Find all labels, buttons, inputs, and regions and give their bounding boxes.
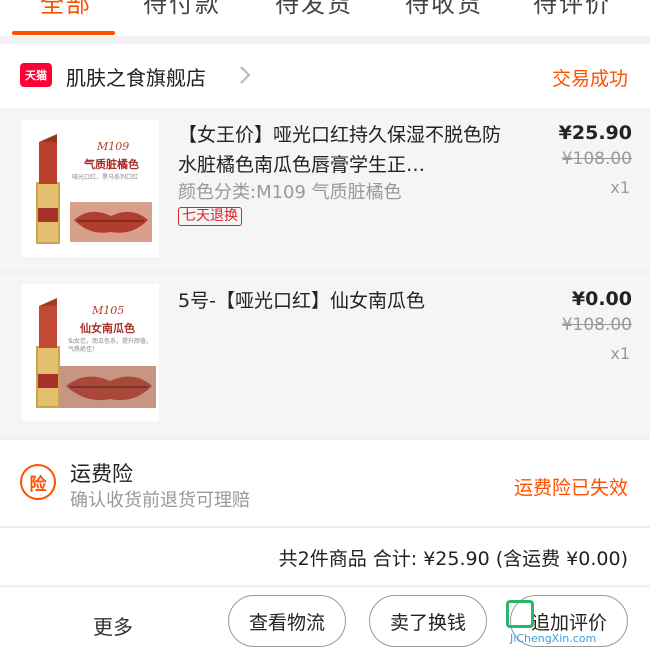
tab-pending-payment[interactable]: 待付款	[143, 0, 221, 19]
product-price: ¥25.90	[558, 122, 632, 144]
thumb-desc: 哑光口红，黑马系列口红	[72, 174, 139, 181]
order-item[interactable]: M105 仙女南瓜色 仙女范，南瓜色系，提升颜值，气质绝佳！ 5号-【哑光口红】…	[0, 274, 650, 436]
add-review-button[interactable]: 追加评价	[510, 595, 628, 647]
thumb-name: 仙女南瓜色	[80, 322, 135, 335]
shipping-insurance[interactable]: 险 运费险 确认收货前退货可理赔 运费险已失效	[0, 440, 650, 526]
lipstick-image-icon	[22, 120, 159, 257]
product-thumbnail: M105 仙女南瓜色 仙女范，南瓜色系，提升颜值，气质绝佳！	[22, 284, 159, 421]
view-logistics-button[interactable]: 查看物流	[228, 595, 346, 647]
resell-button[interactable]: 卖了换钱	[369, 595, 487, 647]
product-title[interactable]: 5号-【哑光口红】仙女南瓜色	[178, 286, 518, 316]
chevron-right-icon[interactable]	[236, 64, 254, 86]
insurance-status: 运费险已失效	[513, 477, 628, 499]
tab-all[interactable]: 全部	[40, 0, 92, 19]
thumb-name: 气质脏橘色	[84, 158, 139, 171]
product-price: ¥0.00	[571, 288, 632, 310]
order-total: 共2件商品 合计: ¥25.90 (含运费 ¥0.00)	[278, 548, 628, 570]
original-price: ¥108.00	[561, 315, 632, 335]
original-price: ¥108.00	[561, 149, 632, 169]
product-sku: 颜色分类:M109 气质脏橘色	[178, 182, 402, 203]
thumb-code: M109	[97, 140, 130, 153]
tmall-badge: 天猫	[20, 63, 52, 87]
action-bar: 更多 查看物流 卖了换钱 追加评价	[0, 586, 650, 650]
active-tab-indicator	[12, 31, 115, 35]
tab-pending-review[interactable]: 待评价	[533, 0, 611, 19]
product-quantity: x1	[610, 344, 630, 363]
thumb-desc: 仙女范，南瓜色系，提升颜值，气质绝佳！	[68, 338, 153, 353]
order-status: 交易成功	[551, 68, 628, 90]
tab-pending-receipt[interactable]: 待收货	[405, 0, 483, 19]
product-thumbnail: M109 气质脏橘色 哑光口红，黑马系列口红	[22, 120, 159, 257]
insurance-title: 运费险	[70, 462, 133, 486]
shop-name[interactable]: 肌肤之食旗舰店	[66, 62, 206, 91]
order-summary: 共2件商品 合计: ¥25.90 (含运费 ¥0.00)	[0, 527, 650, 585]
order-item[interactable]: M109 气质脏橘色 哑光口红，黑马系列口红 【女王价】哑光口红持久保湿不脱色防…	[0, 110, 650, 270]
order-tabs: 全部 待付款 待发货 待收货 待评价	[0, 0, 650, 36]
insurance-subtitle: 确认收货前退货可理赔	[70, 490, 250, 511]
insurance-icon: 险	[20, 464, 56, 500]
shop-header[interactable]: 天猫 肌肤之食旗舰店 交易成功	[0, 44, 650, 108]
thumb-code: M105	[92, 304, 125, 317]
product-title[interactable]: 【女王价】哑光口红持久保湿不脱色防水脏橘色南瓜色唇膏学生正…	[178, 120, 518, 180]
tab-pending-shipment[interactable]: 待发货	[275, 0, 353, 19]
product-quantity: x1	[610, 178, 630, 197]
return-policy-tag: 七天退换	[178, 207, 242, 226]
more-button[interactable]: 更多	[93, 611, 133, 640]
